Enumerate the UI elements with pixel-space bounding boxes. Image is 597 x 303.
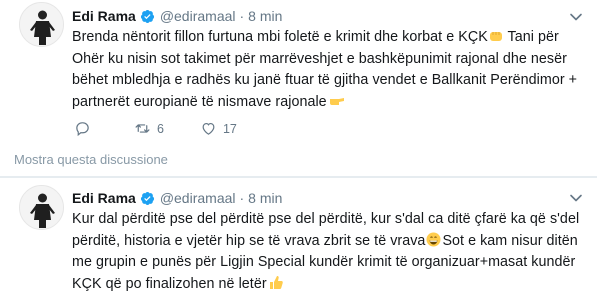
like-button[interactable]: 17 [200, 120, 237, 137]
show-thread-link[interactable]: Mostra questa discussione [14, 152, 168, 167]
tweet-actions: 6 17 [74, 120, 263, 137]
tweet-1[interactable]: Edi Rama @ediramaal · 8 min Brenda nënto… [0, 0, 597, 151]
tweet-timestamp[interactable]: 8 min [248, 190, 282, 206]
avatar-photo-icon [20, 186, 63, 229]
avatar-photo-icon [20, 3, 63, 46]
tweet-divider [0, 176, 597, 178]
retweet-icon [135, 124, 150, 133]
author-name[interactable]: Edi Rama [72, 8, 136, 24]
tweet-text-line-2: Ohër ku nisin sot takimet për marrëveshj… [72, 50, 567, 67]
reply-icon [76, 122, 89, 137]
tweet-timestamp[interactable]: 8 min [248, 8, 282, 24]
pointing-hand-emoji-icon [329, 97, 344, 105]
tweet-header: Edi Rama @ediramaal · 8 min [72, 6, 282, 26]
chevron-down-icon[interactable] [569, 10, 583, 24]
tweet-text: Kur dal përditë pse del përditë pse del … [72, 209, 584, 295]
avatar[interactable] [19, 2, 64, 47]
thumbs-up-emoji-icon [269, 275, 283, 289]
separator-dot: · [239, 190, 245, 206]
tweet-text-line-3: me grupin e punës për Ligjin Special kun… [72, 254, 576, 270]
retweet-button[interactable]: 6 [134, 120, 164, 137]
tweet-header: Edi Rama @ediramaal · 8 min [72, 188, 282, 208]
separator-dot: · [239, 8, 245, 24]
author-handle[interactable]: @ediramaal [160, 8, 236, 24]
author-name[interactable]: Edi Rama [72, 190, 136, 206]
avatar[interactable] [19, 185, 64, 230]
like-count: 17 [222, 121, 237, 136]
verified-badge-icon [140, 191, 154, 205]
tweet-text-line-2: përditë, historia e vjetër hip se të vra… [72, 232, 578, 249]
verified-badge-icon [140, 9, 154, 23]
grin-emoji-icon [426, 232, 441, 246]
chevron-down-icon[interactable] [569, 191, 583, 205]
retweet-count: 6 [157, 121, 164, 136]
tweet-text-line-3: bëhet mbledhja e radhës ku janë ftuar të… [72, 72, 578, 88]
tweet-2[interactable]: Edi Rama @ediramaal · 8 min Kur dal përd… [0, 179, 597, 303]
tweet-text-line-4: partnerët europianë të nismave rajonale [72, 92, 584, 114]
heart-icon [202, 122, 215, 135]
fist-emoji-icon [489, 32, 502, 41]
tweet-text-line-4: KÇK që po finalizohen në letër [72, 274, 584, 296]
tweet-text-line-1: Brenda nëntorit fillon furtuna mbi folet… [72, 29, 559, 45]
tweet-text: Brenda nëntorit fillon furtuna mbi folet… [72, 27, 584, 113]
author-handle[interactable]: @ediramaal [160, 190, 236, 206]
tweet-text-line-1: Kur dal përditë pse del përditë pse del … [72, 211, 580, 227]
reply-button[interactable] [74, 120, 91, 137]
